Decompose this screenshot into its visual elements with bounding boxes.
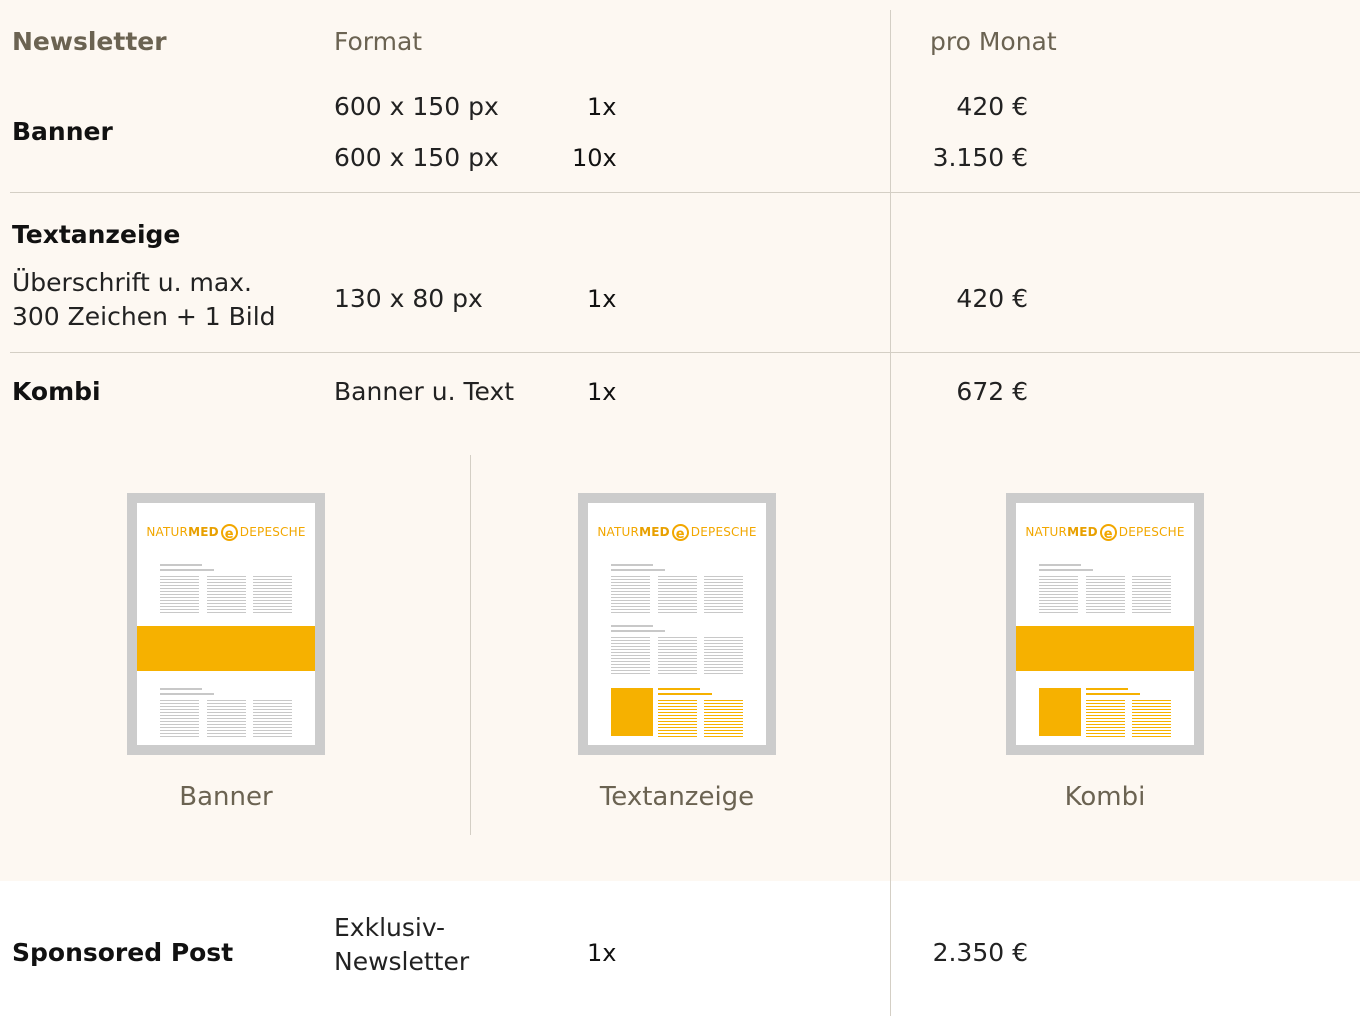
sponsored-label: Sponsored Post <box>12 938 234 967</box>
column-divider <box>890 10 891 1016</box>
textanzeige-label: Textanzeige <box>12 220 181 249</box>
banner-label: Banner <box>12 117 113 146</box>
banner-price-2: 3.150 € <box>932 143 1028 172</box>
banner-price-1: 420 € <box>956 92 1028 121</box>
sponsored-format-2: Newsletter <box>334 947 470 976</box>
naturmed-logo: NATURMED e DEPESCHE <box>146 524 306 542</box>
mockup-page: NATURMED e DEPESCHE <box>1016 503 1194 745</box>
kombi-banner-block <box>1016 626 1194 671</box>
banner-ad-block <box>137 626 315 671</box>
textanzeige-desc-1: Überschrift u. max. <box>12 268 252 297</box>
sponsored-price: 2.350 € <box>932 938 1028 967</box>
textanzeige-desc-2: 300 Zeichen + 1 Bild <box>12 302 276 331</box>
sponsored-qty: 1x <box>587 939 617 967</box>
kombi-label: Kombi <box>12 377 101 406</box>
caption-banner: Banner <box>179 782 273 812</box>
naturmed-logo: NATURMED e DEPESCHE <box>597 524 757 542</box>
kombi-price: 672 € <box>956 377 1028 406</box>
kombi-format: Banner u. Text <box>334 377 515 406</box>
header-per-month: pro Monat <box>930 27 1057 56</box>
banner-format-1: 600 x 150 px <box>334 92 499 121</box>
textanzeige-price: 420 € <box>956 284 1028 313</box>
banner-qty-1: 1x <box>587 93 617 121</box>
textanzeige-mockup: NATURMED e DEPESCHE <box>578 493 776 755</box>
caption-kombi: Kombi <box>1064 782 1146 812</box>
row-divider-textanzeige <box>10 352 1360 353</box>
banner-qty-2: 10x <box>572 144 617 172</box>
mockup-divider <box>470 455 471 835</box>
mockup-page: NATURMED e DEPESCHE <box>137 503 315 745</box>
banner-mockup: NATURMED e DEPESCHE <box>127 493 325 755</box>
kombi-mockup: NATURMED e DEPESCHE <box>1006 493 1204 755</box>
sponsored-format-1: Exklusiv- <box>334 913 445 942</box>
naturmed-logo: NATURMED e DEPESCHE <box>1025 524 1185 542</box>
row-divider-banner <box>10 192 1360 193</box>
header-newsletter: Newsletter <box>12 27 167 56</box>
textanzeige-format: 130 x 80 px <box>334 284 483 313</box>
banner-format-2: 600 x 150 px <box>334 143 499 172</box>
header-format: Format <box>334 27 423 56</box>
kombi-qty: 1x <box>587 378 617 406</box>
textanzeige-image-block <box>611 688 653 736</box>
textanzeige-qty: 1x <box>587 285 617 313</box>
caption-textanzeige: Textanzeige <box>599 782 755 812</box>
mockup-page: NATURMED e DEPESCHE <box>588 503 766 745</box>
kombi-image-block <box>1039 688 1081 736</box>
